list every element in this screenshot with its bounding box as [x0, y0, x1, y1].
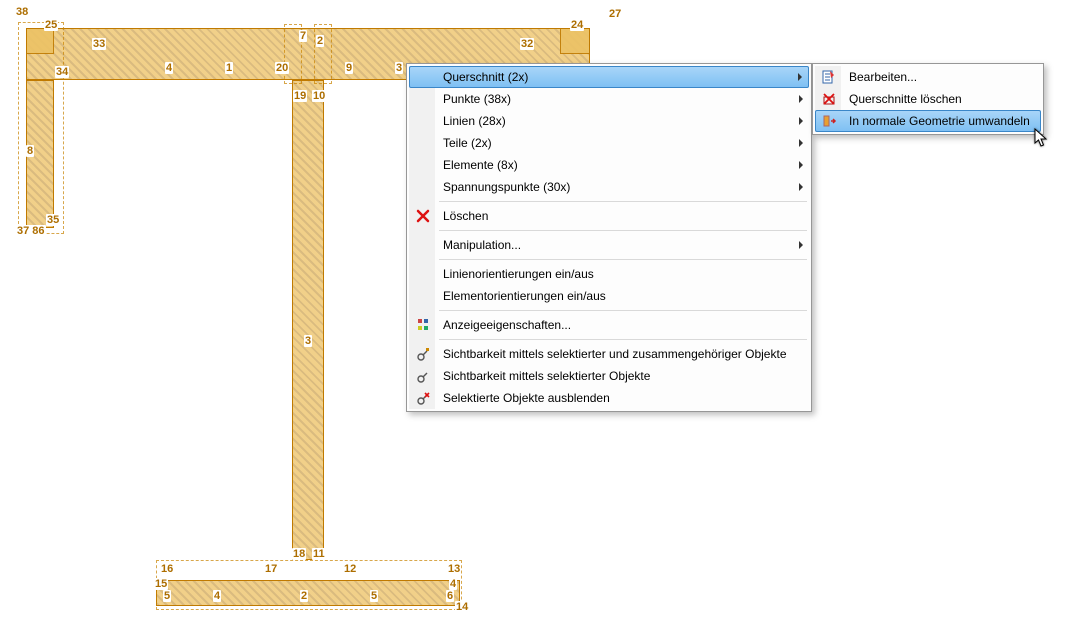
beam-outline [284, 24, 302, 84]
beam-outline [156, 560, 462, 610]
menu-separator [439, 201, 807, 202]
submenu-arrow-icon [799, 183, 803, 191]
dim-number: 27 [608, 8, 622, 20]
submenu-item-bearbeiten[interactable]: Bearbeiten... [815, 66, 1041, 88]
dim-number: 35 [46, 214, 60, 226]
dim-number: 13 [447, 563, 461, 575]
beam-left-leg [26, 80, 54, 228]
menu-item-sichtbarkeit-linked[interactable]: Sichtbarkeit mittels selektierter und zu… [409, 343, 809, 365]
beam-chunk [26, 28, 54, 54]
dim-number: 34 [55, 66, 69, 78]
menu-item-sichtbarkeit[interactable]: Sichtbarkeit mittels selektierter Objekt… [409, 365, 809, 387]
menu-item-punkte[interactable]: Punkte (38x) [409, 88, 809, 110]
menu-separator [439, 310, 807, 311]
menu-item-loeschen[interactable]: Löschen [409, 205, 809, 227]
dim-number: 5 [370, 590, 378, 602]
menu-item-linienorientierungen[interactable]: Linienorientierungen ein/aus [409, 263, 809, 285]
dim-number: 2 [316, 35, 324, 47]
dim-number: 14 [455, 601, 469, 613]
dim-number: 15 [154, 578, 168, 590]
menu-item-elementorientierungen[interactable]: Elementorientierungen ein/aus [409, 285, 809, 307]
beam-outline [314, 24, 332, 84]
menu-separator [439, 259, 807, 260]
dim-number: 16 [160, 563, 174, 575]
menu-item-label: Bearbeiten... [849, 70, 917, 84]
delete-icon [415, 208, 431, 224]
dim-number: 32 [520, 38, 534, 50]
dim-number: 33 [92, 38, 106, 50]
dim-number: 25 [44, 19, 58, 31]
visibility-icon [415, 368, 431, 384]
menu-item-spannungspunkte[interactable]: Spannungspunkte (30x) [409, 176, 809, 198]
dim-number: 1 [225, 62, 233, 74]
dim-number: 19 [293, 90, 307, 102]
menu-item-label: Manipulation... [443, 238, 521, 252]
menu-item-ausblenden[interactable]: Selektierte Objekte ausblenden [409, 387, 809, 409]
dim-number: 20 [275, 62, 289, 74]
dim-number: 38 [15, 6, 29, 18]
menu-item-elemente[interactable]: Elemente (8x) [409, 154, 809, 176]
submenu-arrow-icon [799, 241, 803, 249]
menu-item-linien[interactable]: Linien (28x) [409, 110, 809, 132]
dim-number: 8 [26, 145, 34, 157]
menu-item-anzeigeeigenschaften[interactable]: Anzeigeeigenschaften... [409, 314, 809, 336]
submenu-arrow-icon [799, 95, 803, 103]
properties-icon [415, 317, 431, 333]
dim-number: 3 [395, 62, 403, 74]
menu-item-label: Spannungspunkte (30x) [443, 180, 570, 194]
menu-item-label: Elementorientierungen ein/aus [443, 289, 606, 303]
menu-item-label: Punkte (38x) [443, 92, 511, 106]
menu-item-label: Elemente (8x) [443, 158, 518, 172]
hide-icon [415, 390, 431, 406]
menu-separator [439, 339, 807, 340]
dim-number: 10 [312, 90, 326, 102]
menu-item-label: In normale Geometrie umwandeln [849, 114, 1030, 128]
menu-item-label: Linien (28x) [443, 114, 506, 128]
menu-item-querschnitt[interactable]: Querschnitt (2x) [409, 66, 809, 88]
beam-outline [18, 22, 64, 234]
dim-number: 5 [163, 590, 171, 602]
submenu-item-convert-geometry[interactable]: In normale Geometrie umwandeln [815, 110, 1041, 132]
beam-web [292, 80, 324, 560]
dim-number: 37 86 [16, 225, 46, 237]
dim-number: 4 [213, 590, 221, 602]
delete-section-icon [821, 91, 837, 107]
submenu-arrow-icon [799, 117, 803, 125]
convert-icon [822, 113, 838, 129]
dim-number: 18 [292, 548, 306, 560]
dim-number: 2 [300, 590, 308, 602]
dim-number: 7 [299, 30, 307, 42]
menu-item-label: Löschen [443, 209, 488, 223]
dim-number: 12 [343, 563, 357, 575]
submenu-querschnitt[interactable]: Bearbeiten... Querschnitte löschen In no… [812, 63, 1044, 135]
dim-number: 6 [446, 590, 454, 602]
menu-item-teile[interactable]: Teile (2x) [409, 132, 809, 154]
beam-bottom-flange [156, 580, 460, 606]
submenu-arrow-icon [798, 73, 802, 81]
beam-chunk [560, 28, 590, 54]
dim-number: 4 [165, 62, 173, 74]
menu-item-label: Selektierte Objekte ausblenden [443, 391, 610, 405]
dim-number: 24 [570, 19, 584, 31]
submenu-arrow-icon [799, 139, 803, 147]
submenu-item-querschnitte-loeschen[interactable]: Querschnitte löschen [815, 88, 1041, 110]
context-menu[interactable]: Querschnitt (2x) Punkte (38x) Linien (28… [406, 63, 812, 412]
dim-number: 3 [304, 335, 312, 347]
submenu-arrow-icon [799, 161, 803, 169]
visibility-linked-icon [415, 346, 431, 362]
dim-number: 17 [264, 563, 278, 575]
menu-item-label: Teile (2x) [443, 136, 492, 150]
dim-number: 11 [312, 548, 326, 560]
menu-item-label: Sichtbarkeit mittels selektierter und zu… [443, 347, 787, 361]
menu-item-manipulation[interactable]: Manipulation... [409, 234, 809, 256]
edit-icon [821, 69, 837, 85]
menu-item-label: Linienorientierungen ein/aus [443, 267, 594, 281]
menu-item-label: Querschnitte löschen [849, 92, 962, 106]
menu-item-label: Sichtbarkeit mittels selektierter Objekt… [443, 369, 650, 383]
dim-number: 4 [449, 578, 457, 590]
menu-item-label: Querschnitt (2x) [443, 70, 528, 84]
menu-item-label: Anzeigeeigenschaften... [443, 318, 571, 332]
dim-number: 9 [345, 62, 353, 74]
menu-separator [439, 230, 807, 231]
